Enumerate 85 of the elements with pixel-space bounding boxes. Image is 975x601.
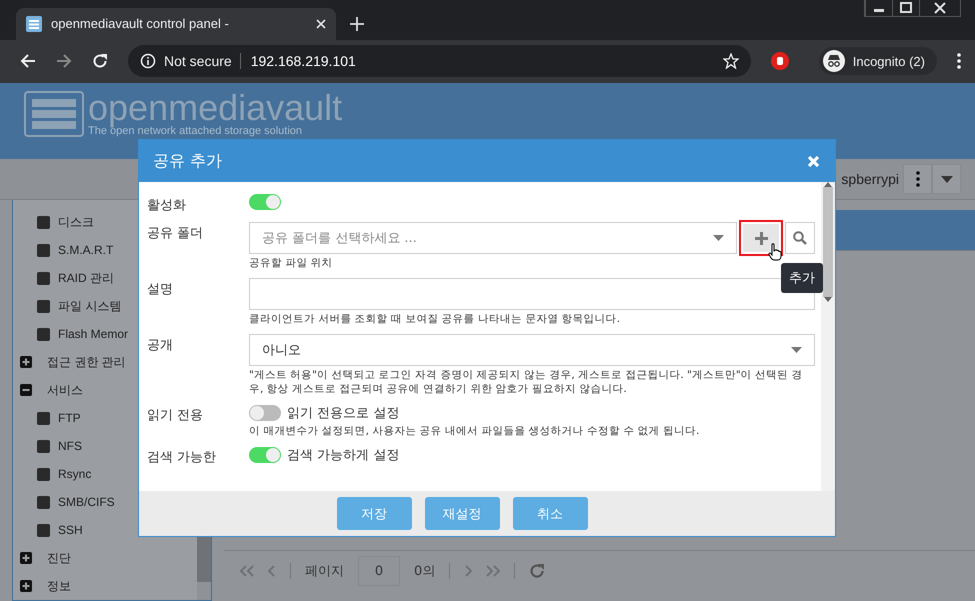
nav-label: 서비스 [47, 382, 83, 398]
field-hint: "게스트 허용"이 선택되고 로그인 자격 증명이 제공되지 않는 경우, 게스트로 접근됩니다. "게스트만"이 선택된 경우, 항상 게스트로 접근되며 공유에 연결하기 위한 암호가 필요하지 않습니다. [249, 368, 804, 396]
nav-label: NFS [58, 439, 82, 453]
expand-icon[interactable] [20, 552, 32, 564]
nav-item[interactable]: SMB/CIFS [13, 488, 197, 516]
nav-icon [37, 524, 50, 536]
page-total: 0의 [414, 563, 436, 580]
field-label: 검색 가능한 [147, 449, 218, 466]
nav-icon [37, 496, 50, 508]
nav-label: S.M.A.R.T [58, 243, 114, 257]
nav-icon [37, 328, 50, 340]
nav-icon [37, 216, 50, 228]
toggle-switch[interactable] [249, 447, 281, 463]
nav-icon [37, 412, 50, 424]
nav-label: SSH [58, 523, 83, 537]
search-icon [793, 231, 807, 245]
toggle-switch[interactable] [249, 405, 281, 421]
refresh-icon[interactable] [529, 563, 546, 579]
nav-icon [37, 300, 50, 312]
folder-select[interactable]: 공유 폴더를 선택하세요 ... [249, 222, 737, 254]
nav-label: 정보 [47, 578, 71, 594]
collapse-icon[interactable] [20, 384, 32, 396]
star-icon[interactable] [722, 53, 739, 70]
incognito-button[interactable]: Incognito (2) [818, 47, 937, 76]
more-button[interactable] [903, 164, 932, 194]
field-hint: 클라이언트가 서버를 조회할 때 보여질 공유를 나타내는 문자열 항목입니다. [249, 312, 622, 326]
nav-icon [37, 440, 50, 452]
nav-group[interactable]: 진단 [13, 544, 197, 572]
browser-tab[interactable]: openmediavault control panel - [16, 8, 336, 40]
page-label: 페이지 [305, 563, 344, 580]
field-hint: 공유할 파일 위치 [249, 256, 334, 270]
add-button[interactable] [743, 224, 779, 252]
field-label: 설명 [147, 281, 174, 299]
hand-cursor-icon [768, 243, 782, 261]
nav-label: 디스크 [58, 214, 94, 230]
nav-label: 접근 권한 관리 [47, 354, 126, 370]
public-select[interactable]: 아니오 [249, 334, 815, 366]
caret-icon [713, 235, 724, 241]
address-text[interactable]: 192.168.219.101 [248, 53, 715, 70]
hostname-label: spberrypi [841, 171, 899, 187]
nav-label: RAID 관리 [58, 270, 114, 286]
tab-title: openmediavault control panel - [51, 16, 230, 32]
server-logo-icon [24, 91, 84, 137]
toggle-caption: 읽기 전용으로 설정 [287, 405, 400, 422]
toggle-switch[interactable] [249, 194, 281, 210]
page-input[interactable]: 0 [358, 556, 400, 586]
field-label: 공개 [147, 337, 174, 355]
logo-text: openmediavault [88, 91, 342, 125]
tooltip: 추가 [781, 263, 823, 293]
new-tab-icon[interactable] [350, 16, 364, 31]
field-label: 공유 폴더 [147, 225, 204, 243]
nav-label: 파일 시스템 [58, 298, 122, 314]
nav-label: Flash Memor [58, 327, 128, 341]
security-label: Not secure [164, 53, 241, 70]
nav-group[interactable]: 정보 [13, 572, 197, 600]
scrollbar[interactable] [821, 182, 835, 491]
kebab-icon [916, 171, 920, 187]
search-button[interactable] [785, 222, 815, 254]
nav-icon [37, 468, 50, 480]
nav-label: Rsync [58, 467, 92, 481]
info-icon[interactable] [140, 53, 156, 70]
back-icon[interactable] [20, 53, 36, 70]
dialog-title: 공유 추가 [153, 150, 222, 172]
nav-item[interactable]: SSH [13, 516, 197, 544]
field-hint: 이 매개변수가 설정되면, 사용자는 공유 내에서 파일들을 생성하거나 수정할 수 없게 됩니다. [249, 424, 700, 438]
nav-group[interactable]: 서비스 [13, 376, 197, 404]
forward-icon[interactable] [56, 53, 72, 70]
caret-icon [940, 176, 952, 182]
list-icon [26, 16, 42, 32]
field-label: 읽기 전용 [147, 407, 204, 425]
incognito-icon [822, 50, 845, 72]
plus-icon [754, 232, 768, 244]
reload-icon[interactable] [92, 53, 108, 70]
field-label: 활성화 [147, 197, 187, 214]
expand-icon[interactable] [20, 580, 32, 592]
menu-icon[interactable] [957, 53, 961, 70]
caret-icon [791, 347, 802, 353]
nav-label: FTP [58, 411, 81, 425]
toggle-caption: 검색 가능하게 설정 [287, 447, 400, 464]
expand-icon[interactable] [20, 356, 32, 368]
nav-label: 진단 [47, 550, 71, 566]
nav-icon [37, 272, 50, 284]
dropdown-button[interactable] [932, 164, 961, 194]
nav-icon [37, 244, 50, 256]
nav-label: SMB/CIFS [58, 495, 115, 509]
